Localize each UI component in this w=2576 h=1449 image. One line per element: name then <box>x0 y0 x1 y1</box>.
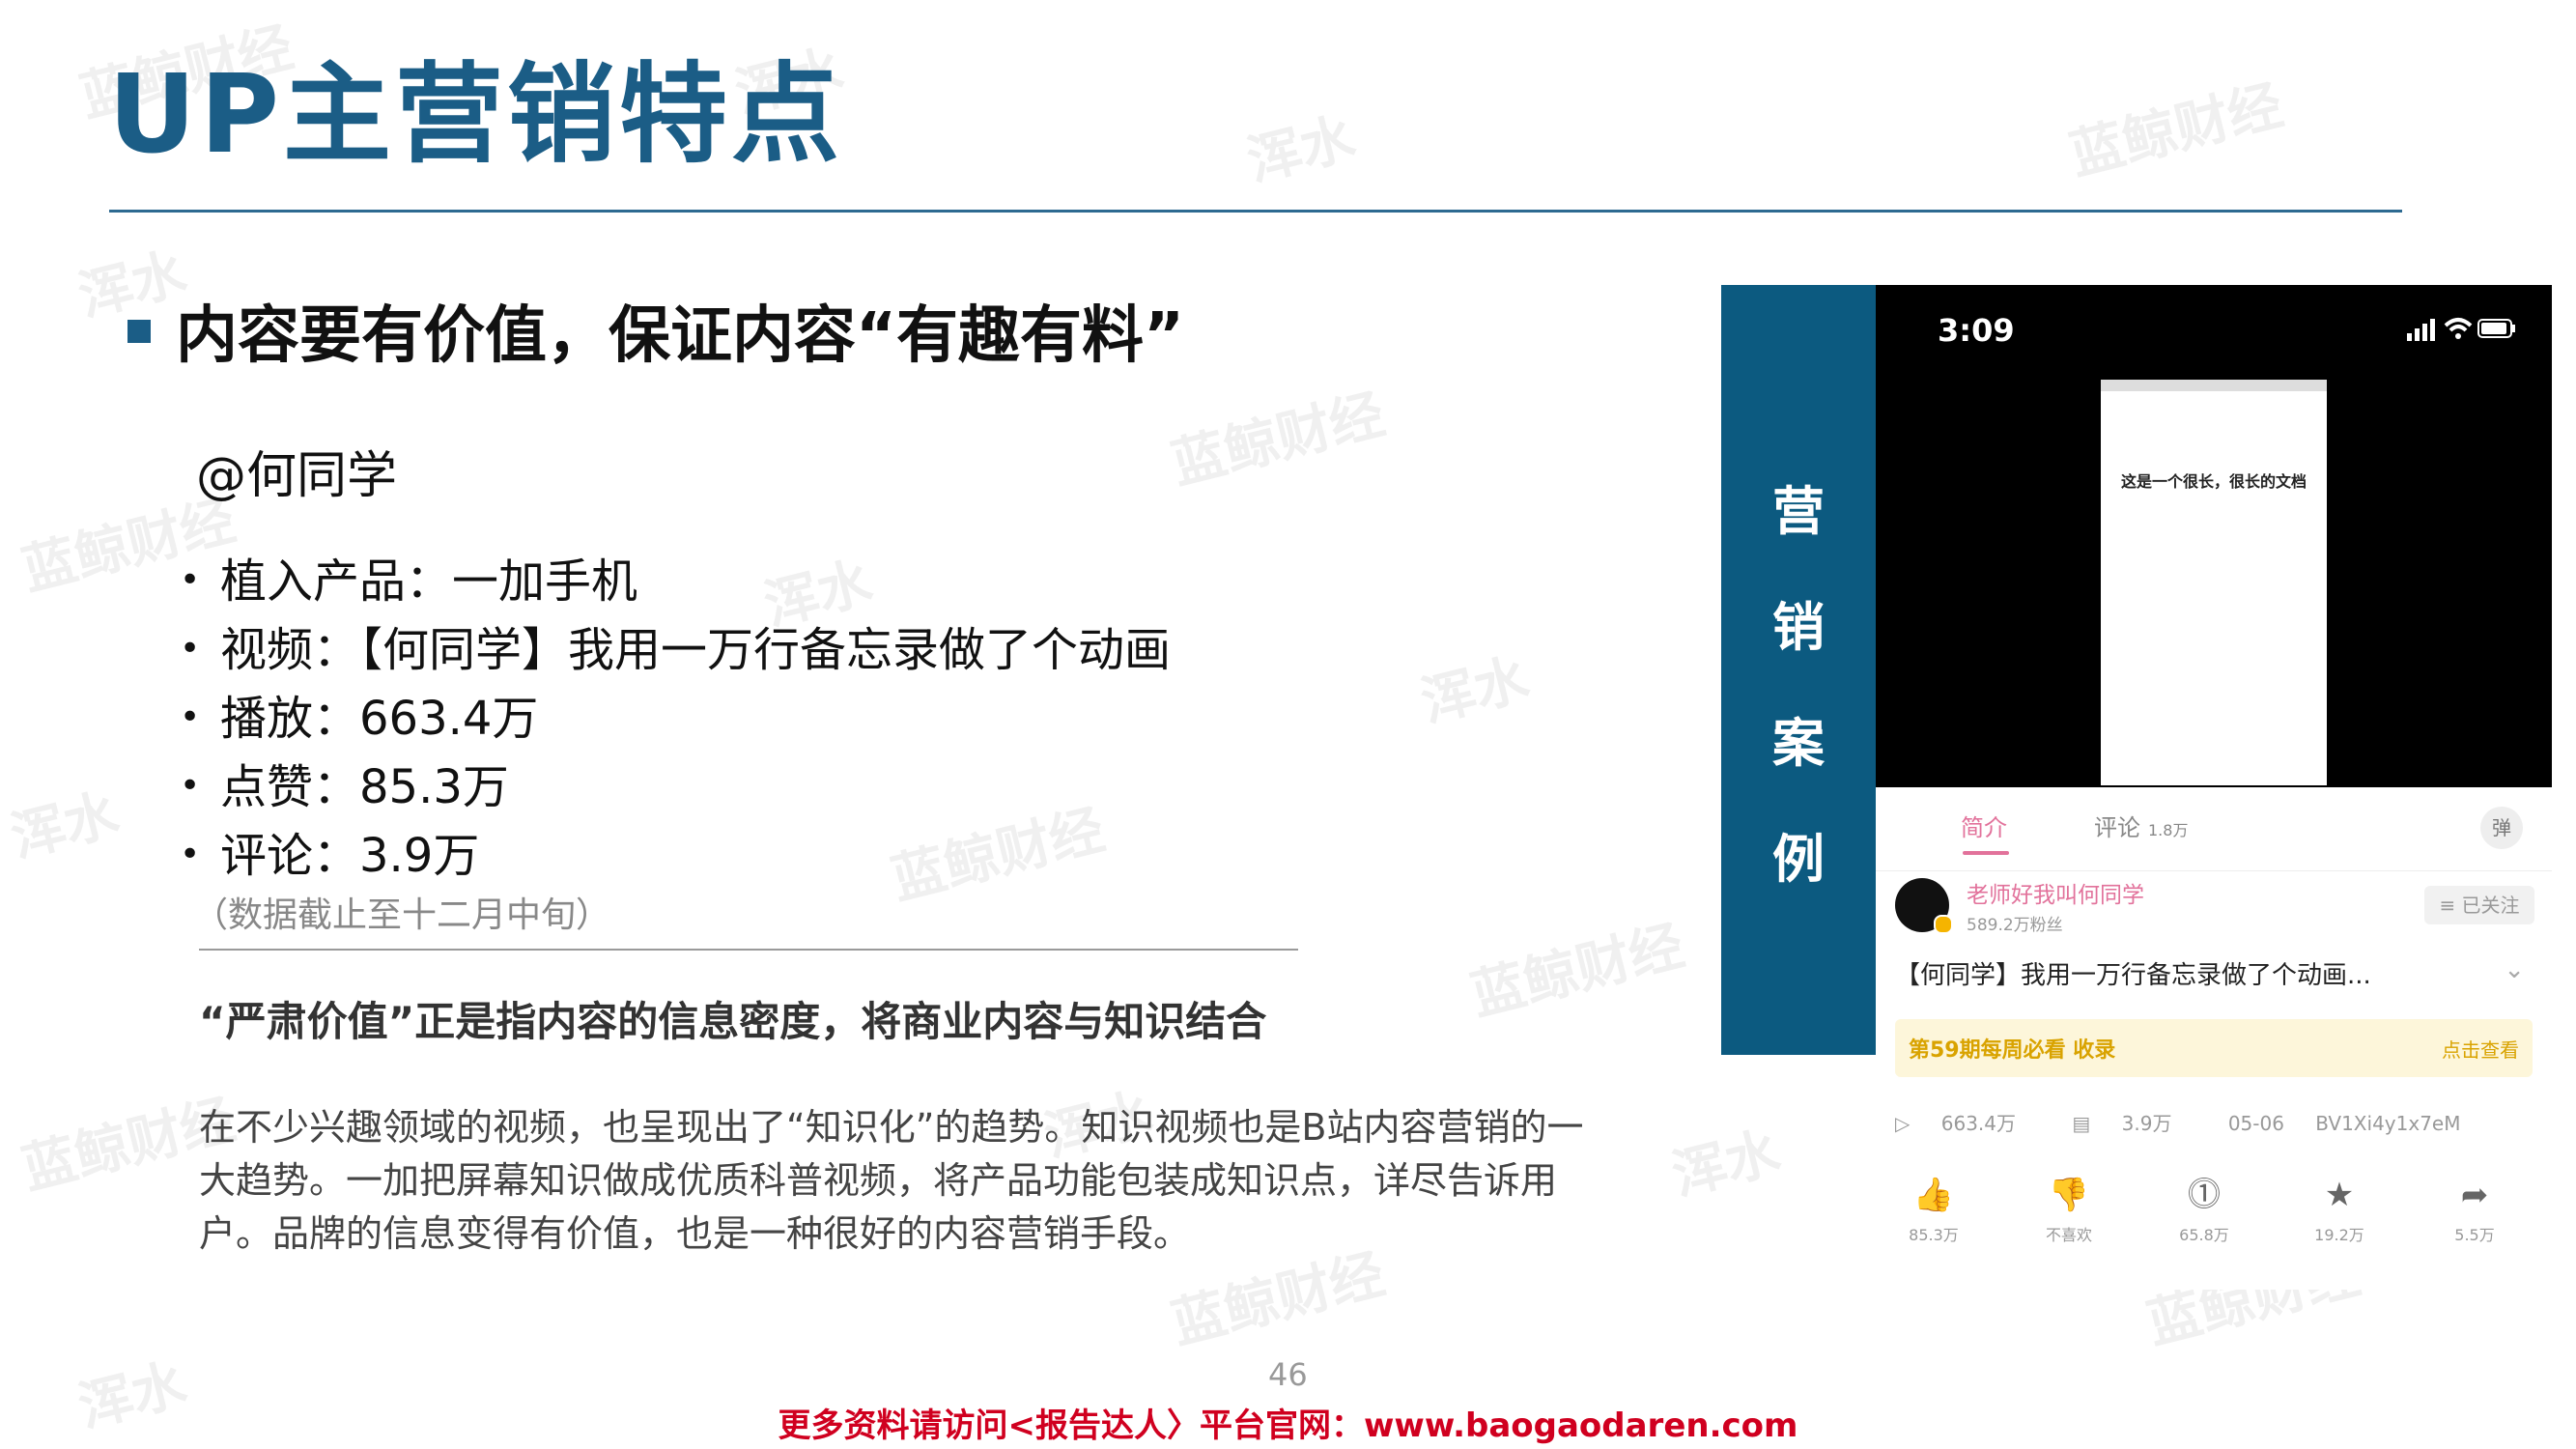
square-bullet-icon <box>127 320 151 343</box>
key-insight: “严肃价值”正是指内容的信息密度，将商业内容与知识结合 <box>199 998 1267 1045</box>
video-stats: ▷ 663.4万 ▤ 3.9万 05-06 BV1Xi4y1x7eM <box>1895 1108 2485 1136</box>
case-facts-list: 植入产品：一加手机 视频：【何同学】我用一万行备忘录做了个动画 播放：663.4… <box>180 547 1171 890</box>
list-item: 点赞：85.3万 <box>180 753 1171 821</box>
like-button[interactable]: 👍 85.3万 <box>1885 1174 1982 1245</box>
list-item: 视频：【何同学】我用一万行备忘录做了个动画 <box>180 615 1171 684</box>
watermark: 蓝鲸财经 <box>1165 383 1391 497</box>
page-title: UP主营销特点 <box>108 52 844 178</box>
coin-button[interactable]: ⓵ 65.8万 <box>2156 1174 2252 1245</box>
uploader-fans: 589.2万粉丝 <box>1967 916 2063 935</box>
title-divider <box>109 210 2402 213</box>
list-item: 植入产品：一加手机 <box>180 547 1171 615</box>
tab-intro[interactable]: 简介 <box>1961 809 2007 842</box>
danmaku-icon: ▤ <box>2072 1112 2097 1135</box>
tab-comments-count: 1.8万 <box>2148 821 2189 839</box>
page-number: 46 <box>1268 1356 1308 1393</box>
watermark: 浑水 <box>5 782 126 870</box>
document-status-bar <box>2101 380 2327 391</box>
coin-count: 65.8万 <box>2179 1226 2229 1244</box>
play-icon: ▷ <box>1895 1112 1916 1135</box>
tab-comments-label: 评论 <box>2094 814 2140 841</box>
list-item: 评论：3.9万 <box>180 821 1171 890</box>
document-text: 这是一个很长，很长的文档 <box>2120 472 2307 491</box>
section-heading: 内容要有价值，保证内容“有趣有料” <box>127 286 1184 375</box>
data-note: （数据截止至十二月中旬） <box>193 895 611 935</box>
chevron-down-icon[interactable]: ⌄ <box>2504 955 2525 984</box>
creator-handle: @何同学 <box>196 447 398 505</box>
favorite-count: 19.2万 <box>2314 1226 2364 1244</box>
banner-text: 第59期每周必看 收录 <box>1909 1038 2116 1063</box>
watermark: 浑水 <box>1415 647 1536 735</box>
status-time: 3:09 <box>1938 312 2015 349</box>
share-count: 5.5万 <box>2454 1226 2495 1244</box>
thumb-down-icon: 👎 <box>2048 1176 2090 1214</box>
coin-icon: ⓵ <box>2188 1176 2221 1214</box>
video-tabs: 简介 评论 1.8万 弹 <box>1876 787 2552 871</box>
video-title: 【何同学】我用一万行备忘录做了个动画... <box>1895 961 2371 990</box>
publish-date: 05-06 <box>2227 1112 2284 1135</box>
active-tab-indicator <box>1963 851 2009 855</box>
star-icon: ★ <box>2324 1176 2355 1214</box>
watermark: 浑水 <box>1241 106 1362 194</box>
thumb-up-icon: 👍 <box>1912 1176 1955 1214</box>
share-icon: ➦ <box>2460 1176 2489 1214</box>
uploader-name[interactable]: 老师好我叫何同学 <box>1967 876 2144 909</box>
banner-link[interactable]: 点击查看 <box>2442 1035 2519 1063</box>
like-count: 85.3万 <box>1909 1226 1959 1244</box>
case-label-char: 营 <box>1772 481 1825 542</box>
play-count: ▷ 663.4万 <box>1895 1112 2017 1135</box>
section-heading-text: 内容要有价值，保证内容“有趣有料” <box>176 300 1185 372</box>
case-label-char: 案 <box>1772 713 1825 774</box>
document-frame: 这是一个很长，很长的文档 <box>2101 380 2327 785</box>
danmaku-toggle-icon[interactable]: 弹 <box>2480 807 2523 849</box>
status-icons <box>2407 318 2515 341</box>
avatar[interactable] <box>1895 878 1953 934</box>
battery-icon <box>2477 319 2515 338</box>
action-bar: 👍 85.3万 👎 不喜欢 ⓵ 65.8万 ★ 19.2万 ➦ 5.5万 <box>1876 1174 2552 1270</box>
body-paragraph: 在不少兴趣领域的视频，也呈现出了“知识化”的趋势。知识视频也是B站内容营销的一大… <box>199 1106 1584 1255</box>
watermark: 浑水 <box>1666 1121 1787 1208</box>
weekly-banner[interactable]: 第59期每周必看 收录 点击查看 <box>1895 1019 2533 1077</box>
dislike-button[interactable]: 👎 不喜欢 <box>2021 1174 2117 1245</box>
watermark: 蓝鲸财经 <box>1464 914 1690 1028</box>
phone-screenshot: 3:09 这是一个很长，很长的文档 简介 评论 1.8万 弹 老师好我叫何同学 … <box>1876 285 2552 1290</box>
footer-link[interactable]: 更多资料请访问<报告达人〉平台官网：www.baogaodaren.com <box>0 1399 2576 1446</box>
content-divider <box>199 949 1298 951</box>
watermark: 蓝鲸财经 <box>2063 73 2289 187</box>
case-label-bar: 营 销 案 例 <box>1721 285 1876 1055</box>
wifi-icon <box>2444 318 2473 339</box>
signal-icon <box>2407 319 2435 341</box>
video-player[interactable]: 3:09 这是一个很长，很长的文档 <box>1876 285 2552 787</box>
bv-id: BV1Xi4y1x7eM <box>2315 1112 2461 1135</box>
tab-comments[interactable]: 评论 1.8万 <box>2094 809 2188 842</box>
favorite-button[interactable]: ★ 19.2万 <box>2291 1174 2388 1245</box>
case-label-char: 销 <box>1772 597 1825 658</box>
dislike-label: 不喜欢 <box>2045 1226 2092 1244</box>
list-item: 播放：663.4万 <box>180 684 1171 753</box>
case-label-char: 例 <box>1772 829 1825 890</box>
danmaku-count: ▤ 3.9万 <box>2072 1112 2172 1135</box>
share-button[interactable]: ➦ 5.5万 <box>2426 1174 2523 1245</box>
follow-button[interactable]: ≡ 已关注 <box>2424 886 2534 924</box>
